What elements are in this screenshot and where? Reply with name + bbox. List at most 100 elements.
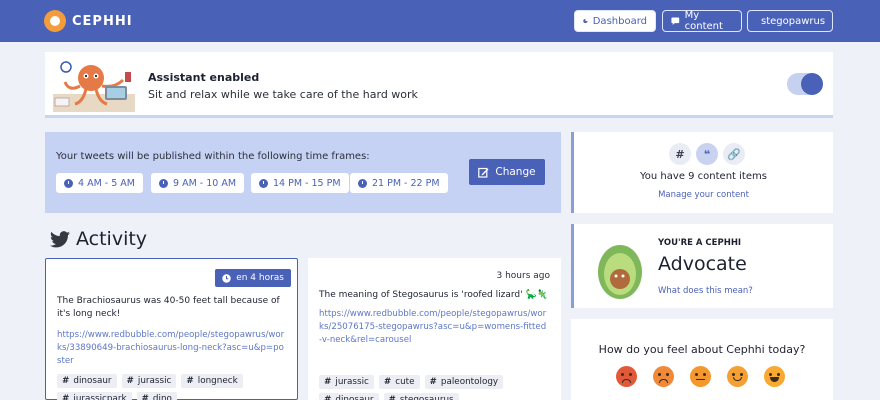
top-navigation-bar: CEPHHI Dashboard My content stegopawrus bbox=[0, 0, 880, 42]
tag-item[interactable]: # jurassic bbox=[319, 375, 374, 389]
tag-label: jurassicpark bbox=[73, 394, 127, 400]
time-slot: 9 AM - 10 AM bbox=[151, 173, 245, 193]
hashtag-icon: # bbox=[324, 395, 332, 400]
message-icon bbox=[671, 17, 680, 25]
my-content-label: My content bbox=[684, 10, 723, 32]
tag-label: longneck bbox=[197, 376, 238, 386]
brand-name: CEPHHI bbox=[72, 13, 133, 29]
content-summary-panel: # ❝ 🔗 You have 9 content items Manage yo… bbox=[571, 132, 833, 213]
hashtag-icon: # bbox=[388, 395, 396, 400]
content-count: You have 9 content items bbox=[640, 171, 767, 182]
tag-list: # dinosaur # jurassic # longneck # jurassicp… bbox=[57, 374, 293, 400]
my-content-button[interactable]: My content bbox=[662, 10, 742, 32]
activity-header: Activity bbox=[50, 228, 147, 250]
neutral-face-icon[interactable] bbox=[690, 366, 711, 387]
hashtag-icon: # bbox=[141, 394, 149, 400]
tag-item[interactable]: # longneck bbox=[181, 374, 243, 388]
tag-label: jurassic bbox=[137, 376, 172, 386]
tag-label: cute bbox=[395, 377, 415, 387]
time-slot-label: 14 PM - 15 PM bbox=[273, 177, 341, 189]
clock-icon bbox=[259, 178, 268, 188]
hashtag-icon: # bbox=[324, 377, 332, 387]
tag-label: paleontology bbox=[440, 377, 499, 387]
tag-item[interactable]: # dino bbox=[136, 392, 177, 400]
clock-icon bbox=[222, 273, 231, 283]
clock-icon bbox=[358, 178, 367, 188]
assistant-subtitle: Sit and relax while we take care of the … bbox=[148, 88, 418, 101]
assistant-title: Assistant enabled bbox=[148, 71, 260, 84]
tag-item[interactable]: # stegosaurus bbox=[383, 393, 459, 400]
hashtag-icon: # bbox=[669, 143, 691, 165]
hashtag-icon: # bbox=[126, 376, 134, 386]
tweet-link[interactable]: https://www.redbubble.com/people/stegopa… bbox=[319, 308, 549, 347]
level-kicker: YOU'RE A CEPHHI bbox=[658, 238, 742, 248]
time-slot-label: 9 AM - 10 AM bbox=[173, 177, 237, 189]
level-info-link[interactable]: What does this mean? bbox=[658, 286, 753, 296]
hashtag-icon: # bbox=[186, 376, 194, 386]
tag-label: dinosaur bbox=[335, 395, 374, 400]
clock-icon bbox=[64, 178, 73, 188]
mood-panel: How do you feel about Cephhi today? bbox=[571, 319, 833, 400]
time-slot-label: 4 AM - 5 AM bbox=[78, 177, 135, 189]
time-slot: 21 PM - 22 PM bbox=[350, 173, 448, 193]
angry-face-icon[interactable] bbox=[616, 366, 637, 387]
happy-face-icon[interactable] bbox=[764, 366, 785, 387]
mood-question: How do you feel about Cephhi today? bbox=[598, 343, 806, 356]
assistant-toggle[interactable] bbox=[787, 73, 823, 95]
tag-item[interactable]: # dinosaur bbox=[319, 393, 379, 400]
dashboard-button[interactable]: Dashboard bbox=[574, 10, 656, 32]
toggle-knob bbox=[801, 73, 823, 95]
tag-item[interactable]: # dinosaur bbox=[57, 374, 117, 388]
level-name: Advocate bbox=[658, 253, 747, 275]
tag-item[interactable]: # cute bbox=[378, 375, 420, 389]
scheduled-badge: en 4 horas bbox=[215, 269, 291, 287]
tag-label: stegosaurus bbox=[399, 395, 454, 400]
activity-title: Activity bbox=[76, 228, 148, 250]
change-label: Change bbox=[495, 166, 536, 178]
brand-logo-icon bbox=[44, 10, 66, 32]
mood-options bbox=[616, 366, 785, 387]
tag-item[interactable]: # paleontology bbox=[424, 375, 504, 389]
clock-icon bbox=[159, 178, 168, 188]
username-label: stegopawrus bbox=[761, 15, 826, 27]
content-type-icons: # ❝ 🔗 bbox=[669, 143, 745, 165]
link-icon: 🔗 bbox=[723, 143, 745, 165]
quote-icon: ❝ bbox=[696, 143, 718, 165]
level-panel: YOU'RE A CEPHHI Advocate What does this … bbox=[571, 224, 833, 308]
manage-content-link[interactable]: Manage your content bbox=[574, 190, 833, 200]
assistant-banner: Assistant enabled Sit and relax while we… bbox=[45, 52, 833, 118]
tag-label: dino bbox=[152, 394, 172, 400]
time-slot: 4 AM - 5 AM bbox=[56, 173, 143, 193]
hashtag-icon: # bbox=[383, 377, 392, 387]
tag-label: jurassic bbox=[335, 377, 369, 387]
pie-chart-icon bbox=[583, 18, 588, 24]
tweet-text: The meaning of Stegosaurus is 'roofed li… bbox=[319, 290, 548, 300]
edit-icon bbox=[478, 167, 489, 178]
tag-item[interactable]: # jurassic bbox=[121, 374, 177, 388]
change-schedule-button[interactable]: Change bbox=[469, 159, 545, 185]
schedule-panel: Your tweets will be published within the… bbox=[45, 132, 561, 213]
octopus-illustration bbox=[53, 61, 135, 112]
tag-item[interactable]: # jurassicpark bbox=[57, 392, 132, 400]
tweet-link[interactable]: https://www.redbubble.com/people/stegopa… bbox=[57, 329, 287, 368]
tweet-card[interactable]: en 4 horas The Brachiosaurus was 40-50 f… bbox=[45, 258, 298, 400]
avocado-mascot-icon bbox=[598, 245, 642, 299]
scheduled-badge-label: en 4 horas bbox=[236, 273, 284, 283]
sad-face-icon[interactable] bbox=[653, 366, 674, 387]
hashtag-icon: # bbox=[62, 394, 70, 400]
tag-label: dinosaur bbox=[73, 376, 112, 386]
time-slot: 14 PM - 15 PM bbox=[251, 173, 349, 193]
hashtag-icon: # bbox=[62, 376, 70, 386]
tag-list: # jurassic # cute # paleontology # dinosaur … bbox=[319, 375, 555, 400]
schedule-description: Your tweets will be published within the… bbox=[56, 151, 370, 162]
time-slot-label: 21 PM - 22 PM bbox=[372, 177, 440, 189]
hashtag-icon: # bbox=[429, 377, 437, 387]
tweet-text: The Brachiosaurus was 40-50 feet tall be… bbox=[57, 296, 280, 319]
smile-face-icon[interactable] bbox=[727, 366, 748, 387]
tweet-card[interactable]: 3 hours ago The meaning of Stegosaurus i… bbox=[308, 258, 561, 400]
tweet-time: 3 hours ago bbox=[496, 271, 551, 281]
twitter-icon bbox=[50, 230, 70, 247]
brand[interactable]: CEPHHI bbox=[44, 10, 133, 32]
user-menu-button[interactable]: stegopawrus bbox=[747, 10, 833, 32]
dashboard-label: Dashboard bbox=[592, 15, 647, 27]
